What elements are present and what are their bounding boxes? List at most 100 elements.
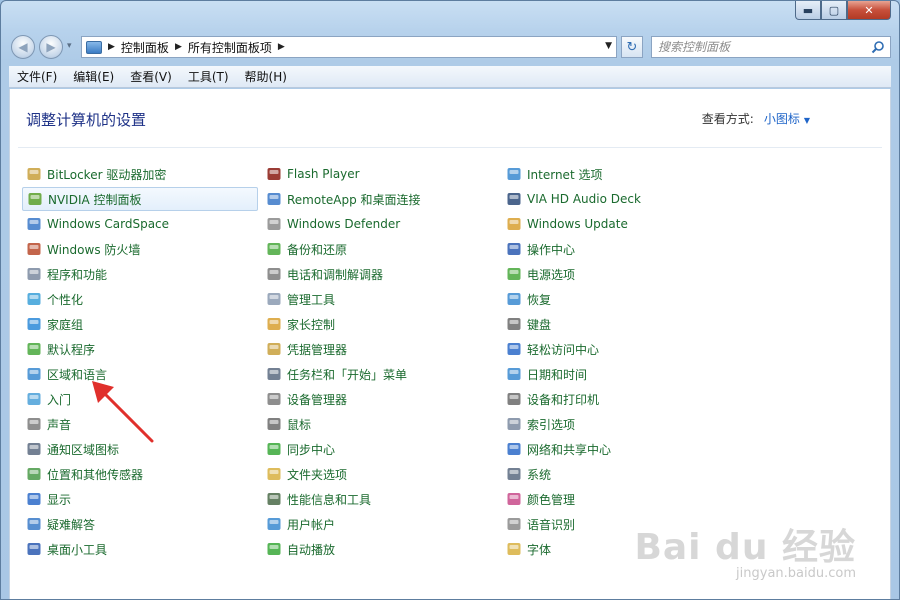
control-panel-item[interactable]: 鼠标: [262, 412, 498, 436]
breadcrumb-separator-icon[interactable]: ▶: [175, 42, 182, 52]
breadcrumb-separator-icon[interactable]: ▶: [278, 42, 285, 52]
cardspace-icon: [26, 216, 42, 232]
search-icon[interactable]: [871, 40, 885, 54]
control-panel-item[interactable]: 管理工具: [262, 287, 498, 311]
control-panel-item-label: 个性化: [47, 292, 84, 307]
control-panel-item[interactable]: 显示: [22, 487, 258, 511]
gadgets-icon: [26, 541, 42, 557]
address-bar[interactable]: ▶ 控制面板 ▶ 所有控制面板项 ▶ ▼: [81, 36, 617, 58]
control-panel-item[interactable]: 程序和功能: [22, 262, 258, 286]
admin-tools-icon: [266, 291, 282, 307]
control-panel-item[interactable]: 备份和还原: [262, 237, 498, 261]
breadcrumb-control-panel[interactable]: 控制面板: [121, 39, 169, 56]
control-panel-item-label: Windows Defender: [287, 217, 401, 231]
control-panel-item-label: 疑难解答: [47, 517, 96, 532]
via-audio-icon: [506, 191, 522, 207]
phone-icon: [266, 266, 282, 282]
control-panel-item[interactable]: 自动播放: [262, 537, 498, 561]
control-panel-item-label: 字体: [527, 542, 552, 557]
refresh-button[interactable]: ↻: [621, 36, 643, 58]
control-panel-item-label: 网络和共享中心: [527, 442, 612, 457]
control-panel-item[interactable]: 电话和调制解调器: [262, 262, 498, 286]
menu-item[interactable]: 帮助(H): [237, 68, 295, 85]
control-panel-item-label: Windows 防火墙: [47, 242, 141, 257]
control-panel-item[interactable]: Internet 选项: [502, 162, 738, 186]
control-panel-item[interactable]: 轻松访问中心: [502, 337, 738, 361]
control-panel-item[interactable]: Windows Update: [502, 212, 738, 236]
recent-pages-dropdown[interactable]: ▾: [67, 41, 72, 51]
control-panel-item[interactable]: 桌面小工具: [22, 537, 258, 561]
control-panel-item-label: 家长控制: [287, 317, 336, 332]
control-panel-item[interactable]: Windows CardSpace: [22, 212, 258, 236]
menu-item[interactable]: 文件(F): [9, 68, 65, 85]
search-box[interactable]: [651, 36, 891, 58]
control-panel-item-label: 操作中心: [527, 242, 576, 257]
close-button[interactable]: ✕: [847, 1, 891, 20]
control-panel-item[interactable]: 疑难解答: [22, 512, 258, 536]
control-panel-item[interactable]: 系统: [502, 462, 738, 486]
control-panel-item[interactable]: 日期和时间: [502, 362, 738, 386]
control-panel-item[interactable]: 颜色管理: [502, 487, 738, 511]
control-panel-item[interactable]: 索引选项: [502, 412, 738, 436]
control-panel-item[interactable]: 位置和其他传感器: [22, 462, 258, 486]
breadcrumb-all-items[interactable]: 所有控制面板项: [188, 39, 272, 56]
maximize-button[interactable]: ▢: [821, 1, 847, 20]
control-panel-item[interactable]: 操作中心: [502, 237, 738, 261]
control-panel-item[interactable]: 家长控制: [262, 312, 498, 336]
device-manager-icon: [266, 391, 282, 407]
control-panel-item[interactable]: RemoteApp 和桌面连接: [262, 187, 498, 211]
menu-item[interactable]: 工具(T): [180, 68, 237, 85]
control-panel-item-label: 桌面小工具: [47, 542, 108, 557]
datetime-icon: [506, 366, 522, 382]
control-panel-item-label: 设备和打印机: [527, 392, 600, 407]
control-panel-item[interactable]: Flash Player: [262, 162, 498, 186]
control-panel-item-label: NVIDIA 控制面板: [48, 192, 142, 207]
control-panel-item[interactable]: 电源选项: [502, 262, 738, 286]
menu-item[interactable]: 编辑(E): [65, 68, 122, 85]
menu-item[interactable]: 查看(V): [122, 68, 180, 85]
control-panel-item[interactable]: NVIDIA 控制面板: [22, 187, 258, 211]
recovery-icon: [506, 291, 522, 307]
getting-started-icon: [26, 391, 42, 407]
search-input[interactable]: [658, 40, 858, 54]
control-panel-item[interactable]: 家庭组: [22, 312, 258, 336]
control-panel-item[interactable]: 网络和共享中心: [502, 437, 738, 461]
control-panel-item[interactable]: 凭据管理器: [262, 337, 498, 361]
control-panel-item[interactable]: 个性化: [22, 287, 258, 311]
address-dropdown-icon[interactable]: ▼: [605, 41, 612, 51]
dropdown-caret-icon[interactable]: ▼: [804, 116, 810, 125]
control-panel-item[interactable]: Windows Defender: [262, 212, 498, 236]
control-panel-item[interactable]: 文件夹选项: [262, 462, 498, 486]
control-panel-item[interactable]: 设备管理器: [262, 387, 498, 411]
control-panel-item[interactable]: BitLocker 驱动器加密: [22, 162, 258, 186]
control-panel-item-label: 日期和时间: [527, 367, 588, 382]
forward-button[interactable]: ▶: [39, 35, 63, 59]
view-by-value[interactable]: 小图标: [764, 112, 800, 126]
taskbar-icon: [266, 366, 282, 382]
view-by: 查看方式: 小图标 ▼: [702, 110, 810, 127]
title-bar[interactable]: ▬ ▢ ✕: [1, 1, 899, 29]
control-panel-item[interactable]: 同步中心: [262, 437, 498, 461]
minimize-button[interactable]: ▬: [795, 1, 821, 20]
control-panel-item[interactable]: 性能信息和工具: [262, 487, 498, 511]
control-panel-item-label: 程序和功能: [47, 267, 108, 282]
control-panel-item[interactable]: 设备和打印机: [502, 387, 738, 411]
caption-buttons: ▬ ▢ ✕: [795, 1, 891, 20]
control-panel-item-label: 电源选项: [527, 267, 576, 282]
view-by-dropdown[interactable]: 小图标 ▼: [764, 110, 810, 127]
control-panel-item[interactable]: 用户帐户: [262, 512, 498, 536]
control-panel-item-label: 家庭组: [47, 317, 84, 332]
control-panel-item-label: 用户帐户: [287, 517, 336, 532]
control-panel-item[interactable]: VIA HD Audio Deck: [502, 187, 738, 211]
mouse-icon: [266, 416, 282, 432]
back-button[interactable]: ◀: [11, 35, 35, 59]
control-panel-item[interactable]: 恢复: [502, 287, 738, 311]
control-panel-item[interactable]: 键盘: [502, 312, 738, 336]
control-panel-item[interactable]: 默认程序: [22, 337, 258, 361]
control-panel-item[interactable]: Windows 防火墙: [22, 237, 258, 261]
page-title: 调整计算机的设置: [26, 111, 147, 129]
control-panel-window: ▬ ▢ ✕ ◀ ▶ ▾ ▶ 控制面板 ▶ 所有控制面板项 ▶ ▼ ↻ 文件(F)…: [0, 0, 900, 600]
breadcrumb-separator-icon[interactable]: ▶: [108, 42, 115, 52]
control-panel-item[interactable]: 任务栏和「开始」菜单: [262, 362, 498, 386]
control-panel-item-label: Windows CardSpace: [47, 217, 170, 231]
